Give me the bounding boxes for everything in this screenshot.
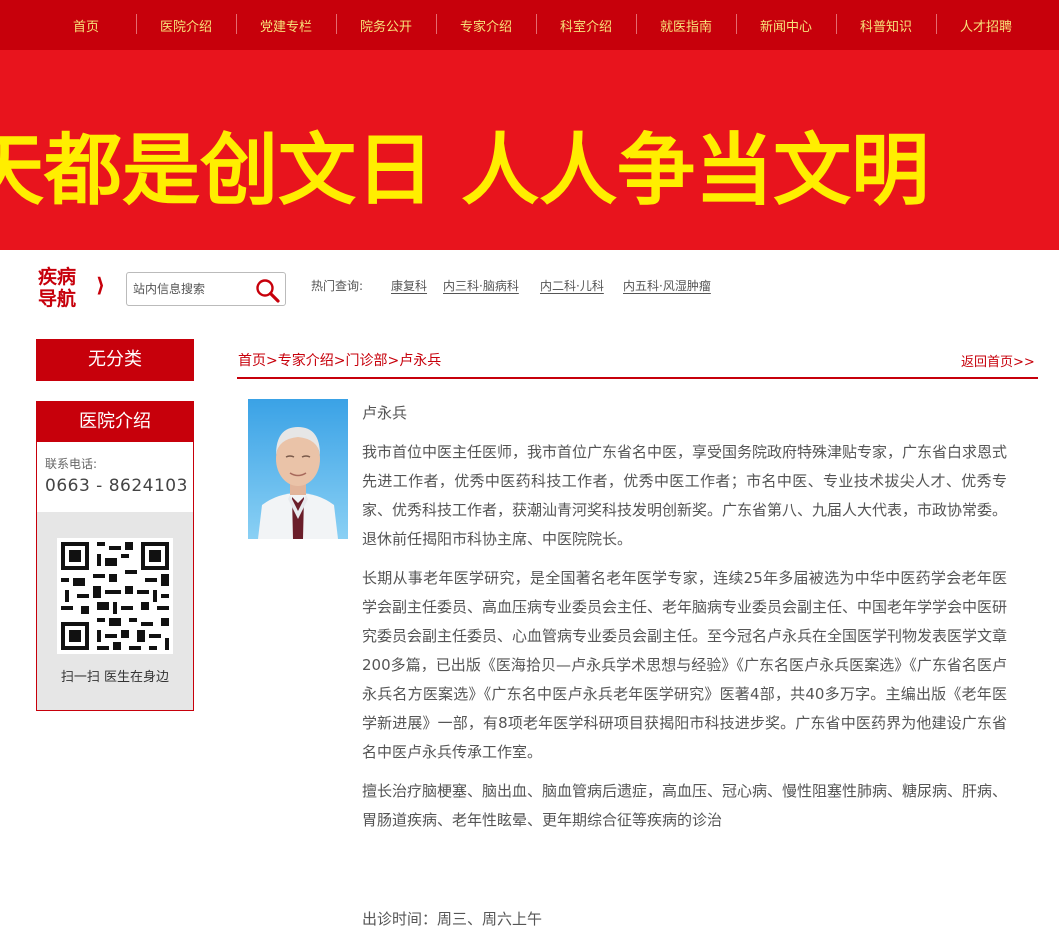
doctor-content: 卢永兵 我市首位中医主任医师，我市首位广东省名中医，享受国务院政府特殊津贴专家，…	[362, 402, 1007, 845]
search-icon[interactable]	[255, 278, 281, 304]
nav-item-science[interactable]: 科普知识	[836, 13, 936, 35]
hot-link-neuro[interactable]: 内三科·脑病科	[443, 277, 519, 294]
hero-banner: 天都是创文日 人人争当文明	[0, 50, 1059, 250]
breadcrumb-experts[interactable]: 专家介绍	[278, 353, 334, 369]
back-home-link[interactable]: 返回首页>>	[961, 351, 1035, 370]
top-nav: 首页 医院介绍 党建专栏 院务公开 专家介绍 科室介绍 就医指南 新闻中心 科普…	[0, 0, 1059, 50]
hot-link-rehab[interactable]: 康复科	[391, 277, 427, 294]
category-button[interactable]: 无分类	[36, 339, 194, 381]
hospital-intro-title[interactable]: 医院介绍	[37, 402, 193, 442]
nav-item-experts[interactable]: 专家介绍	[436, 13, 536, 35]
hot-search-label: 热门查询:	[311, 279, 364, 293]
nav-item-recruitment[interactable]: 人才招聘	[936, 13, 1036, 35]
hot-link-rheumatology[interactable]: 内五科·风湿肿瘤	[623, 277, 711, 294]
doctor-name: 卢永兵	[362, 404, 408, 422]
nav-item-guide[interactable]: 就医指南	[636, 13, 736, 35]
clinic-time: 出诊时间：周三、周六上午	[362, 910, 543, 928]
chevron-right-icon: ⟩	[96, 273, 106, 297]
nav-item-home[interactable]: 首页	[36, 16, 136, 35]
contact-phone: 0663 - 8624103	[45, 476, 188, 496]
doctor-bio-paragraph: 我市首位中医主任医师，我市首位广东省名中医，享受国务院政府特殊津贴专家，广东省白…	[362, 443, 1008, 548]
breadcrumb-home[interactable]: 首页	[238, 353, 266, 369]
search-input[interactable]	[133, 278, 251, 300]
title-divider	[237, 377, 1038, 379]
doctor-specialty-paragraph: 擅长治疗脑梗塞、脑出血、脑血管病后遗症，高血压、冠心病、慢性阻塞性肺病、糖尿病、…	[362, 782, 1008, 829]
search-box	[126, 272, 286, 306]
breadcrumb-outpatient[interactable]: 门诊部	[345, 353, 387, 369]
breadcrumb-current[interactable]: 卢永兵	[399, 353, 441, 369]
hospital-intro-box: 医院介绍 联系电话: 0663 - 8624103 扫一扫 医生在身边	[36, 401, 194, 711]
disease-nav-logo[interactable]: 疾病 导航 ⟩	[38, 266, 108, 310]
nav-item-affairs[interactable]: 院务公开	[336, 13, 436, 35]
qr-caption: 扫一扫 医生在身边	[60, 670, 170, 685]
breadcrumb-sep: >	[266, 353, 278, 369]
nav-item-departments[interactable]: 科室介绍	[536, 13, 636, 35]
nav-item-party-building[interactable]: 党建专栏	[236, 13, 336, 35]
doctor-research-paragraph: 长期从事老年医学研究，是全国著名老年医学专家，连续25年多届被选为中华中医药学会…	[362, 569, 1008, 761]
nav-item-news[interactable]: 新闻中心	[736, 13, 836, 35]
hot-link-pediatrics[interactable]: 内二科·儿科	[540, 277, 604, 294]
breadcrumb-sep: >	[333, 353, 346, 369]
qr-code-icon	[57, 538, 173, 654]
contact-label: 联系电话:	[45, 457, 98, 471]
doctor-photo	[248, 399, 348, 539]
breadcrumb-sep: >	[387, 353, 400, 369]
banner-slogan: 天都是创文日 人人争当文明	[0, 126, 930, 216]
qr-area: 扫一扫 医生在身边	[37, 512, 193, 710]
breadcrumb: 首页>专家介绍>门诊部>卢永兵	[238, 350, 441, 370]
nav-item-hospital-intro[interactable]: 医院介绍	[136, 13, 236, 35]
